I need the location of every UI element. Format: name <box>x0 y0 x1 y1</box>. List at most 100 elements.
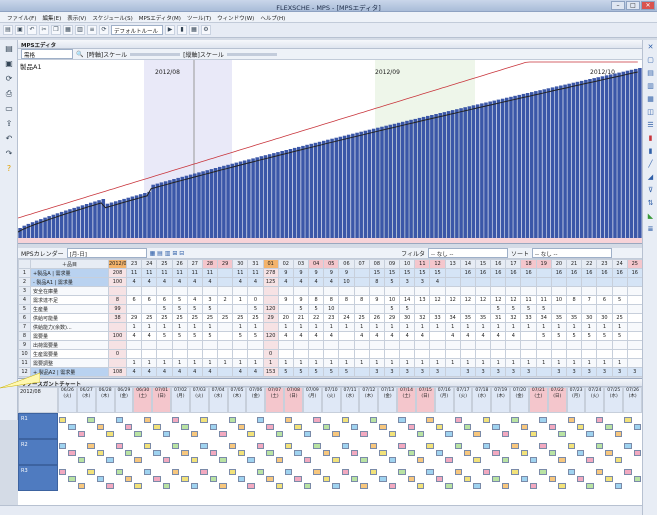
value-cell[interactable]: 4 <box>292 277 310 287</box>
value-cell[interactable] <box>232 286 249 296</box>
value-cell[interactable]: 1 <box>505 358 522 368</box>
gantt-operation-block[interactable] <box>567 469 576 475</box>
table-row[interactable]: 12 + 製品A2 | 需求量 108 4 4 4 4 4 4 4 4 153 5 5 5 5 5 3 3 3 3 3 3 3… <box>18 367 642 377</box>
value-cell[interactable]: 5 <box>201 331 219 341</box>
tile-icon[interactable]: ▦ <box>645 94 656 105</box>
day-header[interactable]: 08 <box>368 259 385 269</box>
value-cell[interactable] <box>125 349 143 359</box>
calendar-combo[interactable]: [月-日] <box>66 248 147 258</box>
row-number[interactable]: 1 <box>18 268 31 278</box>
value-cell[interactable]: 20 <box>277 313 294 323</box>
value-cell[interactable] <box>611 304 628 314</box>
gantt-operation-block[interactable] <box>162 457 171 463</box>
settings-icon[interactable]: ⚙ <box>201 25 211 35</box>
menu-window[interactable]: ウィンドウ(W) <box>214 12 257 22</box>
gantt-operation-block[interactable] <box>219 457 227 463</box>
refresh-icon[interactable]: ⟳ <box>3 73 15 85</box>
value-cell[interactable] <box>520 286 537 296</box>
gantt-operation-block[interactable] <box>624 417 632 423</box>
value-cell[interactable]: 1 <box>217 358 234 368</box>
value-cell[interactable]: 120 <box>262 331 279 341</box>
value-cell[interactable] <box>323 349 340 359</box>
value-cell[interactable] <box>535 340 552 350</box>
sort-icon[interactable]: ⇅ <box>645 198 656 209</box>
value-cell[interactable] <box>353 367 370 377</box>
value-cell[interactable] <box>444 340 461 350</box>
rows-icon[interactable]: ☰ <box>645 120 656 131</box>
table-row[interactable]: 4 需求達不足 8 6 6 6 5 4 3 2 1 0 9 9 8 8 8 8 9 10 14 13 12 12 12 12 12 1… <box>18 295 642 305</box>
value-cell[interactable]: 15 <box>383 268 401 278</box>
gantt-operation-block[interactable] <box>228 443 236 449</box>
value-cell[interactable] <box>581 286 598 296</box>
row-number[interactable]: 4 <box>18 295 31 305</box>
value-cell[interactable] <box>444 286 461 296</box>
gantt-operation-block[interactable] <box>115 417 123 423</box>
gantt-operation-block[interactable] <box>482 469 491 475</box>
value-cell[interactable]: 1 <box>292 358 310 368</box>
gantt-operation-block[interactable] <box>77 483 86 489</box>
value-cell[interactable] <box>565 349 583 359</box>
value-cell[interactable]: 12 <box>490 295 507 305</box>
value-cell[interactable]: 1 <box>596 322 613 332</box>
value-cell[interactable] <box>444 268 461 278</box>
value-cell[interactable]: 4 <box>141 277 158 287</box>
value-cell[interactable]: 5 <box>308 367 325 377</box>
gantt-operation-block[interactable] <box>464 424 472 430</box>
value-cell[interactable] <box>292 349 310 359</box>
day-header[interactable]: 24 <box>611 259 628 269</box>
value-cell[interactable]: 9 <box>308 268 325 278</box>
day-header[interactable]: 05 <box>323 259 340 269</box>
value-cell[interactable] <box>368 286 385 296</box>
value-cell[interactable]: 1 <box>277 358 294 368</box>
row-number[interactable]: 5 <box>18 304 31 314</box>
gantt-operation-block[interactable] <box>181 450 189 456</box>
table-row[interactable]: 2- 製品A1 | 需求量 100 4 4 4 4 4 4 4 4 125 4 4 4 4 10 8 5 3 3 4 <box>18 277 642 287</box>
run-icon[interactable]: ▶ <box>165 25 175 35</box>
chart-icon[interactable]: ▮ <box>177 25 187 35</box>
value-cell[interactable]: 15 <box>414 268 431 278</box>
day-header[interactable]: 07 <box>353 259 370 269</box>
value-cell[interactable]: 1 <box>459 322 476 332</box>
value-cell[interactable] <box>596 304 613 314</box>
value-cell[interactable]: 1 <box>520 322 537 332</box>
value-cell[interactable]: 3 <box>459 367 476 377</box>
value-cell[interactable]: 1 <box>141 322 158 332</box>
value-cell[interactable] <box>232 340 249 350</box>
gantt-operation-block[interactable] <box>143 417 152 423</box>
day-header[interactable]: 14 <box>459 259 476 269</box>
value-cell[interactable]: 11 <box>171 268 188 278</box>
grid-icon[interactable]: ▥ <box>75 25 85 35</box>
row-label[interactable]: 安全在庫量 <box>30 286 109 296</box>
value-cell[interactable]: 5 <box>201 304 219 314</box>
value-cell[interactable]: 16 <box>474 268 492 278</box>
value-cell[interactable] <box>125 304 143 314</box>
month-header-jul[interactable]: 2012/07 <box>108 259 127 269</box>
value-cell[interactable] <box>459 349 476 359</box>
value-cell[interactable]: 8 <box>108 295 127 305</box>
value-cell[interactable]: 1 <box>429 322 446 332</box>
value-cell[interactable] <box>217 349 234 359</box>
color-icon[interactable]: ▮ <box>645 133 656 144</box>
value-cell[interactable] <box>399 286 416 296</box>
open-icon[interactable]: ▤ <box>3 25 13 35</box>
value-cell[interactable]: 7 <box>581 295 598 305</box>
value-cell[interactable] <box>444 349 461 359</box>
gantt-operation-block[interactable] <box>529 483 538 489</box>
row-label[interactable]: 出荷需要量 <box>30 340 109 350</box>
value-cell[interactable]: 1 <box>232 358 249 368</box>
print-icon[interactable]: ⎙ <box>3 88 15 100</box>
gantt-operation-block[interactable] <box>303 457 312 463</box>
value-cell[interactable]: 12 <box>505 295 522 305</box>
value-cell[interactable]: 120 <box>262 304 279 314</box>
value-cell[interactable]: 3 <box>414 367 431 377</box>
gantt-operation-block[interactable] <box>106 483 114 489</box>
grid-filter-combo[interactable]: -- なし -- <box>427 248 508 258</box>
gantt-operation-block[interactable] <box>539 443 547 449</box>
value-cell[interactable] <box>186 340 203 350</box>
gantt-operation-block[interactable] <box>59 469 67 475</box>
value-cell[interactable]: 26 <box>368 313 385 323</box>
value-cell[interactable] <box>308 340 325 350</box>
value-cell[interactable] <box>186 286 203 296</box>
value-cell[interactable]: 15 <box>399 268 416 278</box>
gantt-operation-block[interactable] <box>492 476 500 482</box>
